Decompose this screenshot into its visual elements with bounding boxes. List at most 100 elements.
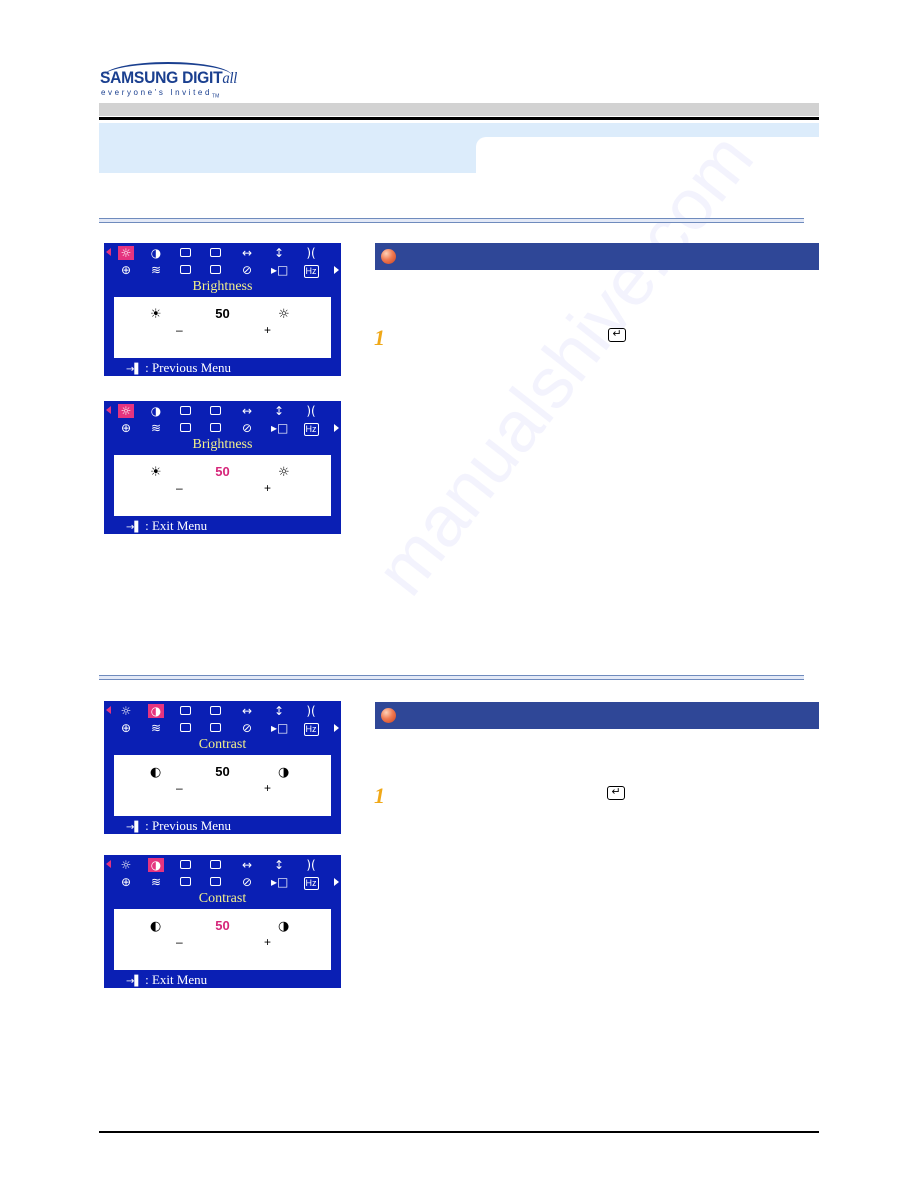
contrast-icon[interactable]: ◑ [148, 704, 164, 718]
pincushion-icon[interactable]: )( [303, 404, 319, 418]
v-size-icon[interactable]: ↕ [271, 246, 287, 260]
brightness-icon[interactable]: ☼ [118, 246, 134, 260]
title-band-tab [99, 137, 476, 173]
pincushion-icon[interactable]: )( [303, 858, 319, 872]
v-position-icon[interactable] [208, 858, 224, 872]
h-position-icon[interactable] [178, 858, 194, 872]
rotation-icon[interactable]: ⊕ [118, 263, 134, 277]
osd-menu-icons: ☼ ◑ ↔ ↕ )( ⊕ ≋ ⊘ ▸□ Hz [104, 701, 341, 737]
section-header-brightness [375, 243, 819, 270]
osd-adjust-panel: ◐ 50 ◑ – + [114, 755, 331, 816]
h-size-icon[interactable]: ↔ [239, 858, 255, 872]
rotation-icon[interactable]: ⊕ [118, 875, 134, 889]
osd-brightness-exit: ☼ ◑ ↔ ↕ )( ⊕ ≋ ⊘ ▸□ Hz Brightness ☀ 50 ☼ – + →▌: Exit Me… [104, 401, 341, 534]
brightness-icon[interactable]: ☼ [118, 858, 134, 872]
video-icon[interactable]: ▸□ [271, 421, 288, 435]
osd-adjust-panel: ◐ 50 ◑ – + [114, 909, 331, 970]
degauss-icon[interactable]: ⊘ [239, 263, 255, 277]
logo-trademark: TM [212, 93, 220, 100]
footer-rule [99, 1131, 819, 1133]
v-size-icon[interactable]: ↕ [271, 858, 287, 872]
osd-title: Contrast [198, 737, 247, 752]
parallelogram-icon[interactable] [178, 875, 194, 889]
osd-left-arrow-icon[interactable] [106, 406, 111, 414]
osd-left-arrow-icon[interactable] [106, 706, 111, 714]
v-position-icon[interactable] [208, 404, 224, 418]
osd-value: 50 [215, 918, 230, 933]
parallelogram-icon[interactable] [178, 263, 194, 277]
brightness-icon[interactable]: ☼ [118, 404, 134, 418]
osd-footer-label: : Previous Menu [145, 360, 232, 375]
moire-icon[interactable]: ≋ [148, 721, 164, 735]
rotation-icon[interactable]: ⊕ [118, 421, 134, 435]
video-icon[interactable]: ▸□ [271, 875, 288, 889]
osd-left-arrow-icon[interactable] [106, 860, 111, 868]
trapezoid-icon[interactable] [208, 421, 224, 435]
trapezoid-icon[interactable] [208, 263, 224, 277]
osd-value: 50 [215, 306, 230, 321]
h-position-icon[interactable] [178, 246, 194, 260]
osd-title: Contrast [198, 891, 247, 906]
osd-adjust-panel: ☀ 50 ☼ – + [114, 455, 331, 516]
degauss-icon[interactable]: ⊘ [239, 875, 255, 889]
logo-tagline: everyone's InvitedTM [101, 88, 219, 100]
brightness-icon[interactable]: ☼ [118, 704, 134, 718]
hz-icon[interactable]: Hz [303, 421, 319, 436]
degauss-icon[interactable]: ⊘ [239, 721, 255, 735]
trapezoid-icon[interactable] [208, 721, 224, 735]
osd-right-arrow-icon[interactable] [334, 724, 339, 732]
bullet-ball-icon [381, 708, 396, 723]
video-icon[interactable]: ▸□ [271, 721, 288, 735]
h-size-icon[interactable]: ↔ [239, 704, 255, 718]
osd-footer-label: : Previous Menu [145, 818, 232, 833]
title-band [99, 123, 819, 137]
v-size-icon[interactable]: ↕ [271, 704, 287, 718]
h-position-icon[interactable] [178, 404, 194, 418]
osd-title: Brightness [192, 437, 253, 452]
bright-sun-icon: ☼ [278, 307, 290, 322]
enter-key-icon: ↵ [607, 786, 625, 800]
osd-contrast-exit: ☼ ◑ ↔ ↕)(⊕ ≋ ⊘ ▸□ Hz Contrast ◐ 50 ◑ – + →▌: Exit Menu [104, 855, 341, 988]
osd-footer: →▌: Previous Menu [126, 818, 231, 835]
hz-icon[interactable]: Hz [303, 721, 319, 736]
v-position-icon[interactable] [208, 246, 224, 260]
h-size-icon[interactable]: ↔ [239, 246, 255, 260]
parallelogram-icon[interactable] [178, 421, 194, 435]
contrast-icon[interactable]: ◑ [148, 858, 164, 872]
osd-right-arrow-icon[interactable] [334, 266, 339, 274]
rotation-icon[interactable]: ⊕ [118, 721, 134, 735]
pincushion-icon[interactable]: )( [303, 704, 319, 718]
h-size-icon[interactable]: ↔ [239, 404, 255, 418]
moire-icon[interactable]: ≋ [148, 263, 164, 277]
high-contrast-icon: ◑ [278, 919, 290, 934]
v-size-icon[interactable]: ↕ [271, 404, 287, 418]
moire-icon[interactable]: ≋ [148, 421, 164, 435]
hz-icon[interactable]: Hz [303, 875, 319, 890]
h-position-icon[interactable] [178, 704, 194, 718]
bullet-ball-icon [381, 249, 396, 264]
plus-sign: + [264, 323, 272, 337]
step-number: 1 [374, 325, 385, 350]
plus-sign: + [264, 781, 272, 795]
pincushion-icon[interactable]: )( [303, 246, 319, 260]
contrast-icon[interactable]: ◑ [148, 246, 164, 260]
video-icon[interactable]: ▸□ [271, 263, 288, 277]
logo-brand-suffix: all [222, 70, 238, 87]
contrast-icon[interactable]: ◑ [148, 404, 164, 418]
trapezoid-icon[interactable] [208, 875, 224, 889]
osd-footer: →▌: Exit Menu [126, 518, 207, 535]
exit-icon: →▌ [126, 976, 143, 987]
osd-left-arrow-icon[interactable] [106, 248, 111, 256]
v-position-icon[interactable] [208, 704, 224, 718]
parallelogram-icon[interactable] [178, 721, 194, 735]
plus-sign: + [264, 935, 272, 949]
hz-icon[interactable]: Hz [303, 263, 319, 278]
minus-sign: – [176, 781, 183, 795]
logo-brand: SAMSUNG DIGITall [100, 68, 237, 88]
osd-right-arrow-icon[interactable] [334, 878, 339, 886]
watermark: manualshive.com [360, 119, 769, 610]
bright-sun-icon: ☼ [278, 465, 290, 480]
moire-icon[interactable]: ≋ [148, 875, 164, 889]
osd-right-arrow-icon[interactable] [334, 424, 339, 432]
degauss-icon[interactable]: ⊘ [239, 421, 255, 435]
